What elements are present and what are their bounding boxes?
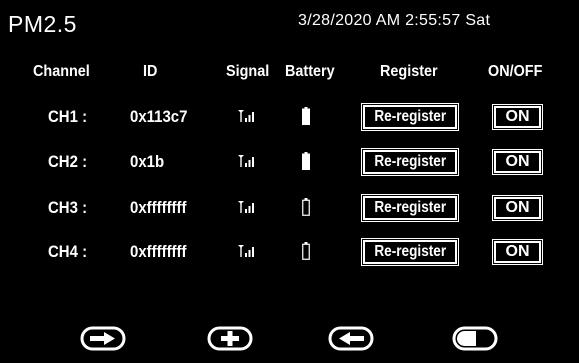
column-header-signal: Signal	[226, 63, 270, 80]
column-header-battery: Battery	[285, 63, 335, 80]
signal-icon	[238, 201, 254, 213]
column-header-channel: Channel	[33, 63, 90, 80]
plus-icon[interactable]	[207, 326, 253, 351]
channel-id: 0x1b	[130, 152, 165, 171]
channel-label: CH3 :	[48, 198, 88, 217]
channel-id: 0x113c7	[130, 107, 188, 126]
re-register-button[interactable]: Re-register	[361, 238, 459, 266]
re-register-button[interactable]: Re-register	[361, 103, 459, 131]
column-header-onoff: ON/OFF	[488, 63, 543, 80]
signal-icon	[238, 110, 254, 122]
battery-empty-icon	[302, 198, 310, 216]
re-register-button[interactable]: Re-register	[361, 194, 459, 222]
arrow-right-icon[interactable]	[80, 326, 126, 351]
channel-id: 0xffffffff	[130, 198, 187, 217]
on-off-button[interactable]: ON	[492, 104, 543, 130]
column-header-id: ID	[143, 63, 158, 80]
channel-label: CH1 :	[48, 107, 88, 126]
on-off-button[interactable]: ON	[492, 195, 543, 221]
page-title: PM2.5	[8, 11, 77, 37]
on-off-button[interactable]: ON	[492, 149, 543, 175]
datetime-display: 3/28/2020 AM 2:55:57 Sat	[298, 12, 491, 29]
arrow-left-icon[interactable]	[328, 326, 374, 351]
signal-icon	[238, 155, 254, 167]
toggle-icon[interactable]	[452, 326, 498, 351]
battery-empty-icon	[302, 242, 310, 260]
on-off-button[interactable]: ON	[492, 239, 543, 265]
device-screen: PM2.5 3/28/2020 AM 2:55:57 Sat Channel I…	[0, 0, 579, 363]
battery-full-icon	[302, 152, 310, 170]
signal-icon	[238, 245, 254, 257]
column-header-register: Register	[380, 63, 438, 80]
channel-label: CH4 :	[48, 242, 88, 261]
channel-label: CH2 :	[48, 152, 88, 171]
battery-full-icon	[302, 107, 310, 125]
re-register-button[interactable]: Re-register	[361, 148, 459, 176]
channel-id: 0xffffffff	[130, 242, 187, 261]
